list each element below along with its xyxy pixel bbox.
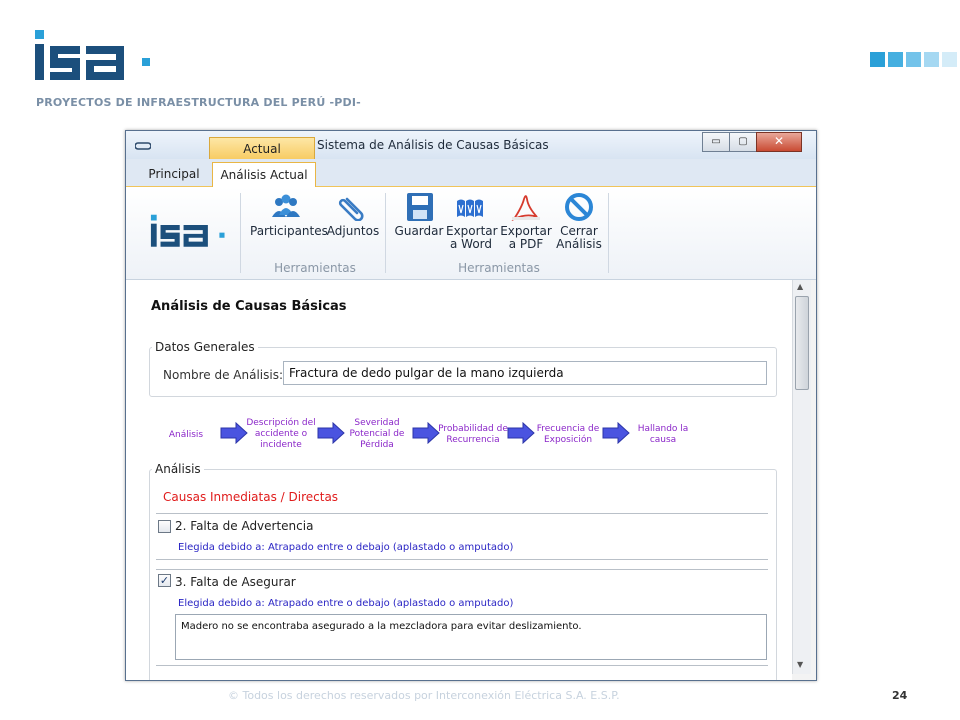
ribbon-separator	[608, 193, 609, 273]
guardar-label: Guardar	[394, 224, 444, 238]
flow-step-text: Descripción del	[246, 418, 316, 428]
window-controls: ▭ ▢ ✕	[702, 132, 802, 152]
ribbon-separator	[240, 193, 241, 273]
scroll-up-icon[interactable]: ▲	[797, 282, 803, 291]
nombre-analisis-input[interactable]	[283, 361, 767, 385]
isa-ribbon-logo	[150, 214, 225, 247]
decorative-squares	[870, 52, 957, 67]
tab-principal[interactable]: Principal	[136, 162, 212, 186]
title-bar[interactable]: Actual Sistema de Análisis de Causas Bás…	[126, 131, 816, 162]
flow-step-probabilidad[interactable]: Probabilidad de Recurrencia	[436, 424, 510, 446]
no-sign-icon	[565, 193, 593, 221]
word-icon	[457, 199, 483, 217]
scroll-down-icon[interactable]: ▼	[797, 660, 803, 669]
flow-step-text: causa	[649, 435, 677, 445]
analisis-legend: Análisis	[152, 462, 204, 476]
slide-subtitle: PROYECTOS DE INFRAESTRUCTURA DEL PERÚ -P…	[36, 96, 361, 109]
flow-step-text: Frecuencia de	[536, 424, 600, 434]
app-window: Actual Sistema de Análisis de Causas Bás…	[125, 130, 817, 681]
save-icon	[407, 193, 433, 221]
flow-step-text: Exposición	[543, 435, 593, 445]
scroll-thumb[interactable]	[795, 296, 809, 390]
item-label-falta-advertencia[interactable]: 2. Falta de Advertencia	[175, 519, 313, 533]
close-button[interactable]: ✕	[756, 132, 802, 152]
flow-step-text: Probabilidad de	[438, 424, 508, 434]
exportar-pdf-label-1: Exportar	[500, 224, 552, 238]
causas-inmediatas-title: Causas Inmediatas / Directas	[163, 490, 339, 504]
divider	[156, 665, 768, 666]
item-reason-falta-asegurar: Elegida debido a: Atrapado entre o debaj…	[178, 598, 514, 609]
exportar-word-button[interactable]: Exportar a Word	[446, 193, 498, 251]
exportar-pdf-label-2: a PDF	[508, 237, 544, 251]
adjuntos-button[interactable]: Adjuntos	[326, 193, 380, 238]
cerrar-label-2: Análisis	[556, 237, 602, 251]
arrow-right-icon	[602, 422, 630, 444]
participantes-button[interactable]: Participantes	[250, 193, 328, 238]
arrow-right-icon	[507, 422, 535, 444]
group-label-herramientas-1: Herramientas	[274, 261, 356, 275]
exportar-word-label-1: Exportar	[446, 224, 498, 238]
ribbon-tabs: Principal Análisis Actual	[126, 159, 816, 187]
maximize-button[interactable]: ▢	[729, 132, 757, 152]
minimize-button[interactable]: ▭	[702, 132, 730, 152]
divider	[156, 569, 768, 570]
datos-generales-legend: Datos Generales	[152, 340, 258, 354]
divider	[156, 513, 768, 514]
tab-analisis-actual[interactable]: Análisis Actual	[212, 162, 316, 187]
flow-step-text: Recurrencia	[446, 435, 500, 445]
flow-step-text: Potencial de	[349, 429, 405, 439]
flow-step-analisis[interactable]: Análisis	[156, 430, 216, 441]
flow-step-text: Severidad	[354, 418, 400, 428]
group-label-herramientas-2: Herramientas	[458, 261, 540, 275]
pdf-icon	[511, 195, 540, 221]
page-title: Análisis de Causas Básicas	[151, 299, 347, 314]
page-number: 24	[892, 689, 908, 702]
exportar-pdf-button[interactable]: Exportar a PDF	[500, 193, 552, 251]
exportar-word-label-2: a Word	[449, 237, 492, 251]
item-reason-falta-advertencia: Elegida debido a: Atrapado entre o debaj…	[178, 542, 514, 553]
adjuntos-label: Adjuntos	[326, 224, 380, 238]
flow-step-frecuencia[interactable]: Frecuencia de Exposición	[532, 424, 604, 446]
ribbon-separator	[385, 193, 386, 273]
cerrar-analisis-button[interactable]: Cerrar Análisis	[554, 193, 604, 251]
app-icon	[135, 142, 151, 150]
window-title: Sistema de Análisis de Causas Básicas	[317, 138, 549, 152]
comment-textarea[interactable]: Madero no se encontraba asegurado a la m…	[175, 614, 767, 660]
nombre-analisis-label: Nombre de Análisis:	[163, 368, 284, 382]
flow-step-text: Análisis	[168, 430, 204, 440]
divider	[156, 559, 768, 560]
isa-logo	[35, 30, 150, 80]
content-panel: Análisis de Causas Básicas Datos General…	[126, 280, 792, 680]
flow-step-text: incidente	[260, 440, 302, 450]
flow-step-text: Pérdida	[360, 440, 394, 450]
item-label-falta-asegurar[interactable]: 3. Falta de Asegurar	[175, 575, 296, 589]
flow-step-text: Hallando la	[637, 424, 689, 434]
checkbox-falta-asegurar[interactable]: ✓	[158, 574, 171, 587]
ribbon: Participantes Adjuntos Herramientas Guar…	[126, 187, 816, 280]
paperclip-icon	[338, 197, 364, 221]
copyright-footer: © Todos los derechos reservados por Inte…	[228, 689, 620, 702]
flow-step-descripcion[interactable]: Descripción del accidente o incidente	[244, 418, 318, 451]
flow-step-text: accidente o	[254, 429, 308, 439]
guardar-button[interactable]: Guardar	[394, 193, 444, 238]
people-icon	[272, 194, 300, 217]
cerrar-label-1: Cerrar	[560, 224, 598, 238]
flow-step-hallando-causa[interactable]: Hallando la causa	[628, 424, 698, 446]
participantes-label: Participantes	[250, 224, 328, 238]
checkbox-falta-advertencia[interactable]	[158, 520, 171, 533]
vertical-scrollbar[interactable]: ▲ ▼	[792, 280, 811, 674]
flow-step-severidad[interactable]: Severidad Potencial de Pérdida	[341, 418, 413, 451]
